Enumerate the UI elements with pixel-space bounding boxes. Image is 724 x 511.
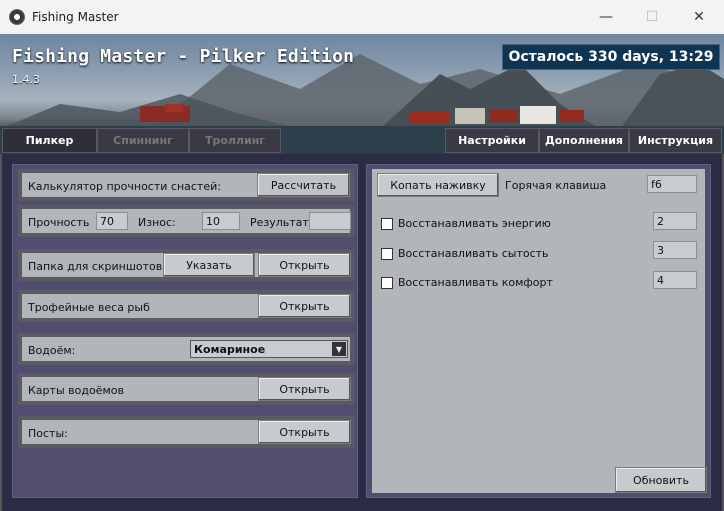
open-screenshots-button[interactable]: Открыть	[258, 253, 351, 277]
tab-trolling[interactable]: Троллинг	[189, 128, 281, 153]
refresh-button[interactable]: Обновить	[615, 467, 707, 493]
wear-input[interactable]: 10	[202, 212, 240, 230]
version-label: 1.4.3	[12, 73, 40, 86]
dig-bait-button[interactable]: Копать наживку	[377, 173, 499, 197]
open-maps-button[interactable]: Открыть	[258, 377, 351, 401]
maps-row: Карты водоёмов Открыть	[18, 373, 354, 405]
comfort-key-input[interactable]: 4	[653, 271, 697, 289]
trophy-label: Трофейные веса рыб	[28, 301, 150, 314]
hotkey-label: Горячая клавиша	[505, 179, 607, 192]
maximize-button[interactable]: ☐	[629, 0, 675, 34]
restore-energy-label: Восстанавливать энергию	[398, 217, 551, 230]
posts-row: Посты: Открыть	[18, 416, 354, 448]
calculator-label: Калькулятор прочности снастей:	[28, 180, 221, 193]
calculator-row: Калькулятор прочности снастей: Рассчитат…	[18, 169, 354, 201]
open-posts-button[interactable]: Открыть	[258, 420, 351, 444]
water-row: Водоём: Комариное ▼	[18, 333, 354, 365]
water-label: Водоём:	[28, 344, 76, 357]
tab-pilker[interactable]: Пилкер	[2, 128, 97, 153]
restore-energy-checkbox[interactable]	[381, 218, 393, 230]
energy-key-input[interactable]: 2	[653, 212, 697, 230]
tab-instructions[interactable]: Инструкция	[629, 128, 722, 153]
app-title: Fishing Master - Pilker Edition	[12, 46, 355, 67]
app-logo-icon	[9, 9, 25, 25]
license-remaining-badge: Осталось 330 days, 13:29	[502, 44, 720, 70]
restore-comfort-checkbox[interactable]	[381, 277, 393, 289]
screenshots-row: Папка для скриншотов: Указать Открыть	[18, 249, 354, 281]
water-selected-value: Комариное	[194, 342, 266, 356]
calculate-button[interactable]: Рассчитать	[257, 173, 350, 197]
maps-label: Карты водоёмов	[28, 384, 124, 397]
strength-label: Прочность	[28, 216, 90, 229]
restore-comfort-label: Восстанавливать комфорт	[398, 276, 553, 289]
screenshots-label: Папка для скриншотов:	[28, 260, 166, 273]
tab-addons[interactable]: Дополнения	[539, 128, 629, 153]
settings-panel: Копать наживку Горячая клавиша f6 Восста…	[366, 164, 711, 498]
strength-input[interactable]: 70	[96, 212, 128, 230]
tab-spinning[interactable]: Спиннинг	[97, 128, 189, 153]
choose-folder-button[interactable]: Указать	[163, 253, 255, 277]
water-select[interactable]: Комариное ▼	[190, 340, 348, 358]
tab-settings[interactable]: Настройки	[445, 128, 539, 153]
restore-satiety-label: Восстанавливать сытость	[398, 247, 549, 260]
close-button[interactable]: ✕	[676, 0, 722, 34]
result-label: Результат:	[250, 216, 313, 229]
result-output	[309, 212, 351, 230]
minimize-button[interactable]: —	[583, 0, 629, 34]
window-title: Fishing Master	[32, 10, 119, 24]
posts-label: Посты:	[28, 427, 68, 440]
chevron-down-icon[interactable]: ▼	[332, 342, 346, 356]
title-bar: Fishing Master — ☐ ✕	[0, 0, 724, 34]
open-trophy-button[interactable]: Открыть	[258, 294, 351, 318]
wear-label: Износ:	[138, 216, 176, 229]
pilker-panel: Калькулятор прочности снастей: Рассчитат…	[12, 164, 358, 498]
strength-row: Прочность 70 Износ: 10 Результат:	[18, 205, 354, 237]
trophy-row: Трофейные веса рыб Открыть	[18, 290, 354, 322]
hotkey-input[interactable]: f6	[647, 175, 697, 193]
restore-satiety-checkbox[interactable]	[381, 248, 393, 260]
satiety-key-input[interactable]: 3	[653, 241, 697, 259]
settings-body: Копать наживку Горячая клавиша f6 Восста…	[372, 169, 707, 493]
